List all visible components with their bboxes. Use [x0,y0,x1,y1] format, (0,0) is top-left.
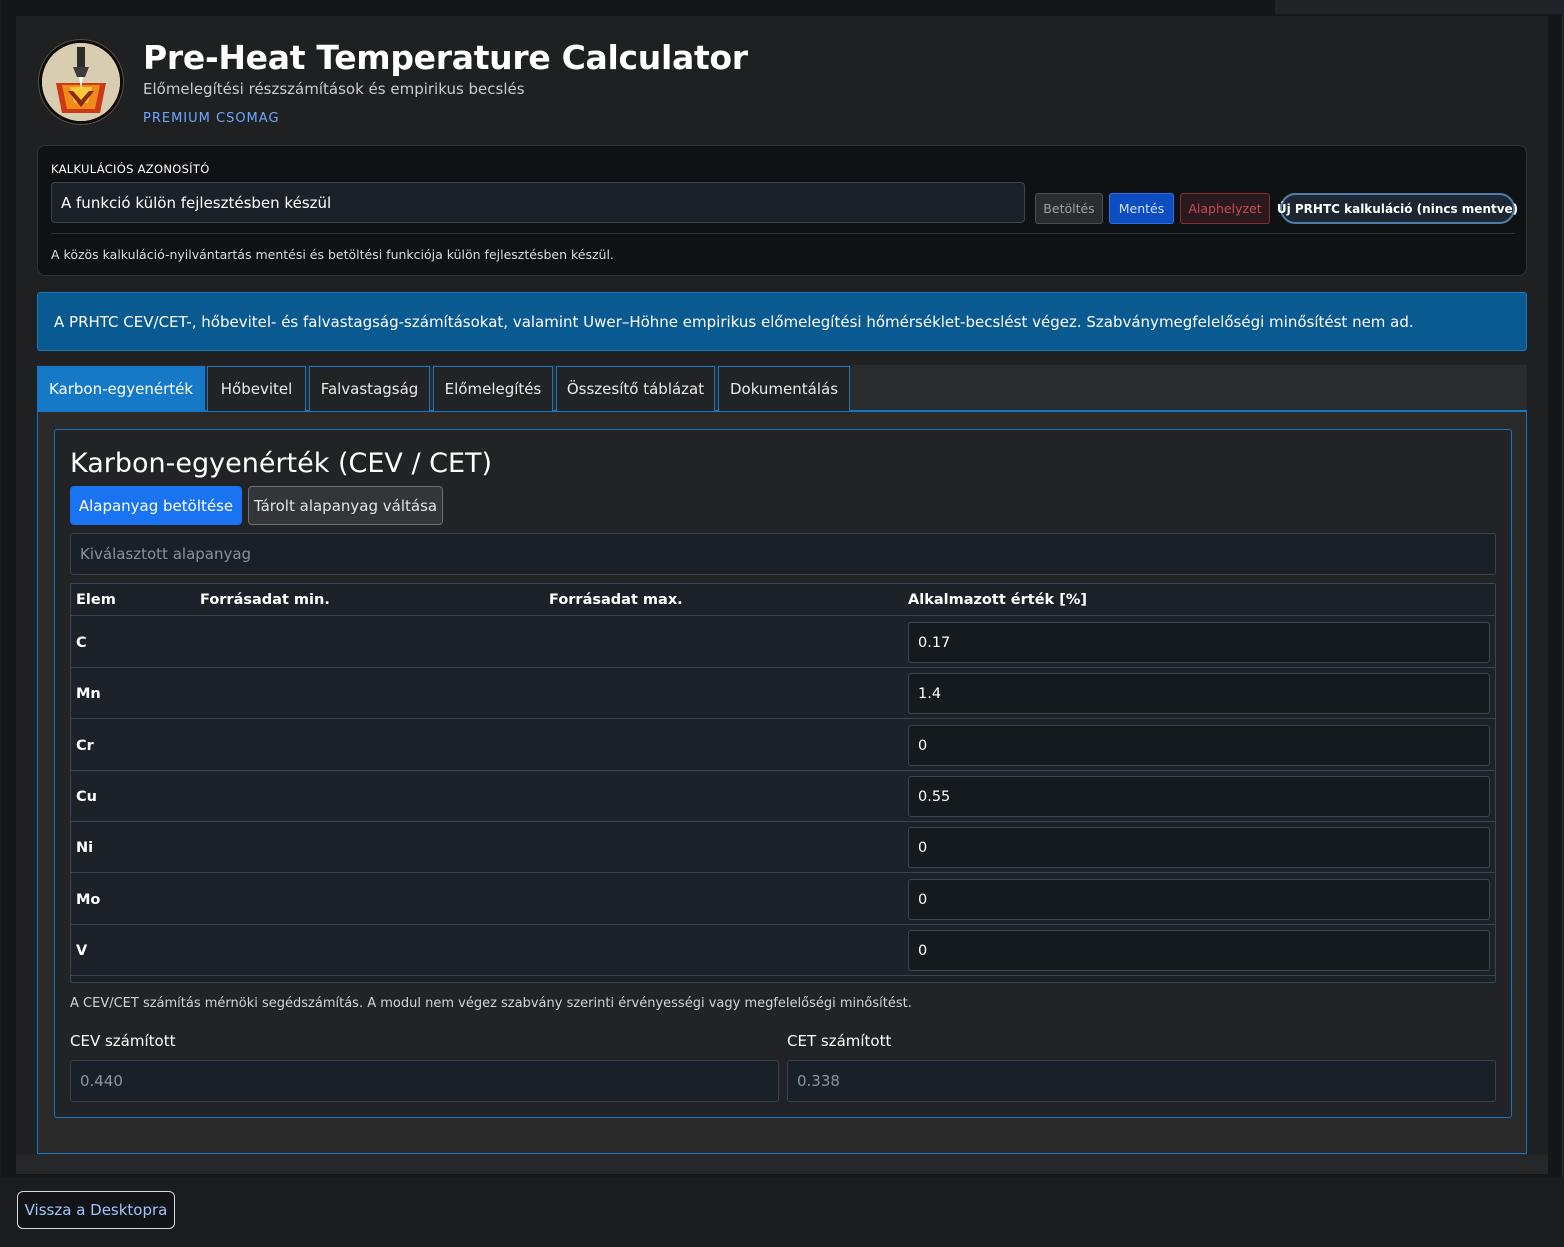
element-symbol: Cr [76,738,94,754]
applied-value-input[interactable] [908,725,1490,766]
tab-documentation[interactable]: Dokumentálás [718,366,850,411]
calculation-id-label: KALKULÁCIÓS AZONOSÍTÓ [51,162,210,176]
table-row: Mo [71,874,1495,925]
composition-table: Elem Forrásadat min. Forrásadat max. Alk… [70,583,1496,983]
header-source-max: Forrásadat max. [549,592,683,608]
element-symbol: Mn [76,686,101,702]
table-row: Cr [71,720,1495,771]
calculation-id-card: KALKULÁCIÓS AZONOSÍTÓ Betöltés Mentés Al… [37,145,1527,276]
torch-flame-icon [42,43,120,121]
tab-content: Karbon-egyenérték (CEV / CET) Alapanyag … [37,412,1527,1154]
window-top-strip [1275,0,1564,14]
new-calculation-button[interactable]: Új PRHTC kalkuláció (nincs mentve) [1277,193,1518,224]
applied-value-input[interactable] [908,930,1490,971]
back-to-desktop-button[interactable]: Vissza a Desktopra [17,1191,175,1229]
premium-badge: PREMIUM CSOMAG [143,111,280,126]
cet-result-field [787,1060,1496,1102]
save-button[interactable]: Mentés [1109,193,1174,224]
tab-bar: Karbon-egyenérték Hőbevitel Falvastagság… [37,365,1527,412]
cev-label: CEV számított [70,1032,176,1050]
app-subtitle: Előmelegítési részszámítások és empiriku… [143,80,525,98]
tab-summary-table[interactable]: Összesítő táblázat [556,366,715,411]
info-banner: A PRHTC CEV/CET-, hőbevitel- és falvasta… [37,292,1527,351]
header-element: Elem [76,592,116,608]
tab-wall-thickness[interactable]: Falvastagság [309,366,430,411]
element-symbol: Cu [76,789,97,805]
element-symbol: Mo [76,892,101,908]
tab-heat-input[interactable]: Hőbevitel [207,366,306,411]
header-source-min: Forrásadat min. [200,592,330,608]
tab-preheat[interactable]: Előmelegítés [433,366,553,411]
tab-carbon-equivalent[interactable]: Karbon-egyenérték [37,366,205,411]
table-row: Ni [71,822,1495,873]
table-row: Mn [71,668,1495,719]
element-symbol: V [76,943,88,959]
switch-material-button[interactable]: Tárolt alapanyag váltása [248,486,443,525]
cev-result-field [70,1060,779,1102]
table-row: Cu [71,771,1495,822]
panel-bottom-shade [16,1154,1548,1174]
carbon-equivalent-card: Karbon-egyenérték (CEV / CET) Alapanyag … [54,429,1512,1118]
table-row: V [71,925,1495,976]
applied-value-input[interactable] [908,673,1490,714]
cet-label: CET számított [787,1032,892,1050]
section-title: Karbon-egyenérték (CEV / CET) [70,448,493,479]
load-material-button[interactable]: Alapanyag betöltése [70,486,242,525]
calculation-id-note: A közös kalkuláció-nyilvántartás mentési… [51,247,614,262]
element-symbol: C [76,635,87,651]
applied-value-input[interactable] [908,776,1490,817]
table-row: C [71,617,1495,668]
app-title: Pre-Heat Temperature Calculator [143,38,748,77]
load-button[interactable]: Betöltés [1035,193,1103,224]
header-applied-value: Alkalmazott érték [%] [908,592,1088,608]
calculation-note: A CEV/CET számítás mérnöki segédszámítás… [70,996,912,1011]
applied-value-input[interactable] [908,622,1490,663]
app-logo [39,40,123,124]
divider [51,233,1515,234]
selected-material-input[interactable] [70,533,1496,575]
applied-value-input[interactable] [908,879,1490,920]
calculation-id-input[interactable] [51,182,1025,223]
reset-button[interactable]: Alaphelyzet [1180,193,1270,224]
element-symbol: Ni [76,840,94,856]
table-header: Elem Forrásadat min. Forrásadat max. Alk… [71,584,1495,616]
applied-value-input[interactable] [908,827,1490,868]
